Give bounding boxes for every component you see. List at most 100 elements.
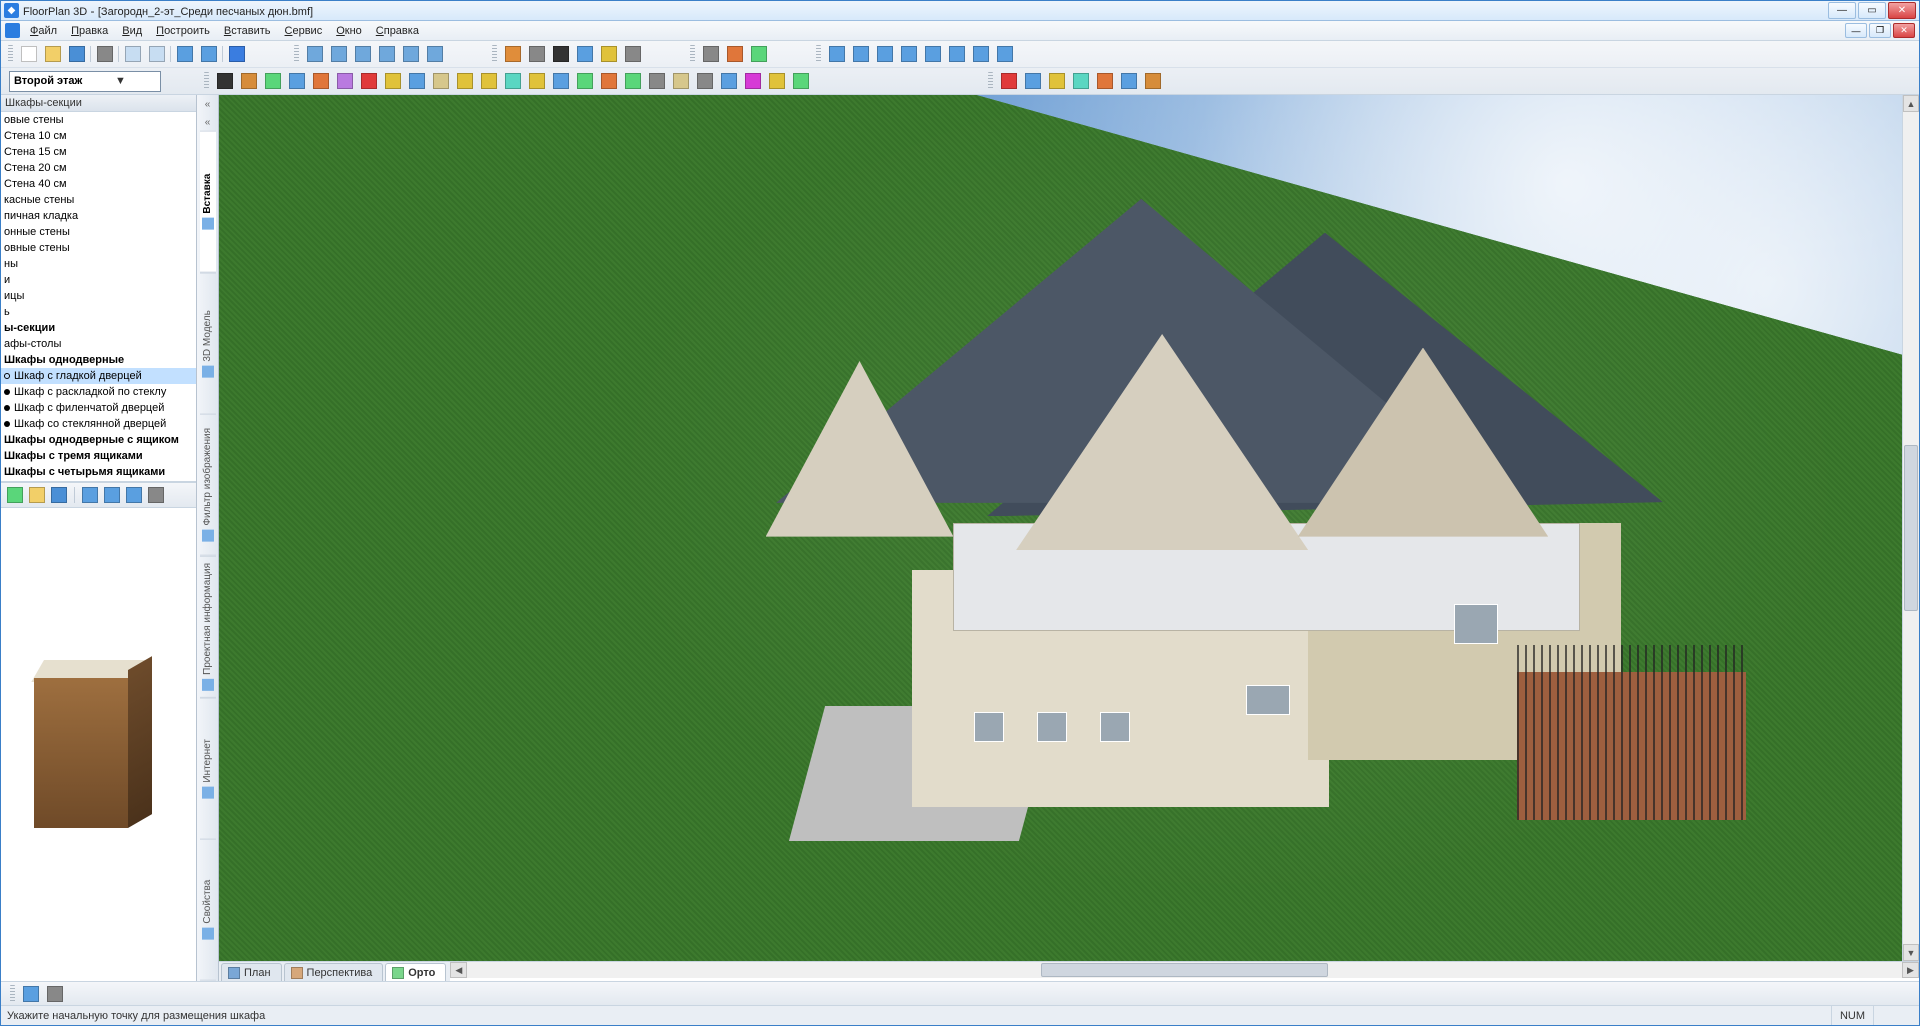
plant-button[interactable] (646, 70, 668, 92)
lock-button[interactable] (1046, 70, 1068, 92)
view-tab-перспектива[interactable]: Перспектива (284, 963, 384, 981)
rect-button[interactable] (502, 70, 524, 92)
list-item[interactable]: ны (1, 256, 196, 272)
window-button[interactable] (286, 70, 308, 92)
side-tab-фильтр-изображения[interactable]: Фильтр изображения (200, 414, 216, 556)
layer-button[interactable] (1022, 70, 1044, 92)
list-item[interactable]: Шкафы с тремя ящиками (1, 448, 196, 464)
list-item[interactable]: Шкаф с раскладкой по стеклу (1, 384, 196, 400)
snap-button[interactable] (724, 43, 746, 65)
menu-справка[interactable]: Справка (369, 23, 426, 39)
menu-файл[interactable]: Файл (23, 23, 64, 39)
align-left-button[interactable] (826, 43, 848, 65)
curve-button[interactable] (526, 70, 548, 92)
menu-вставить[interactable]: Вставить (217, 23, 278, 39)
pin-button[interactable] (1094, 70, 1116, 92)
list-item[interactable]: Шкафы однодверные (1, 352, 196, 368)
text-button[interactable] (550, 43, 572, 65)
grid-toggle-button[interactable] (700, 43, 722, 65)
zoom-window-button[interactable] (352, 43, 374, 65)
view-tab-орто[interactable]: Орто (385, 963, 446, 981)
door-button[interactable] (262, 70, 284, 92)
align-middle-button[interactable] (922, 43, 944, 65)
mdi-restore-button[interactable]: ❐ (1869, 23, 1891, 38)
list-item[interactable]: овые стены (1, 112, 196, 128)
list-item[interactable]: Стена 15 см (1, 144, 196, 160)
side-tab-свойства[interactable]: Свойства (200, 839, 216, 981)
side-tab-3d-модель[interactable]: 3D Модель (200, 273, 216, 415)
T-tool-button[interactable] (382, 70, 404, 92)
side-tab-вставка[interactable]: Вставка (200, 131, 216, 273)
scroll-right-button[interactable]: ▶ (1902, 962, 1919, 978)
view-tab-план[interactable]: План (221, 963, 282, 981)
pipe-button[interactable] (718, 70, 740, 92)
window-maximize-button[interactable]: ▭ (1858, 2, 1886, 19)
floor-select[interactable]: Второй этаж ▼ (9, 71, 161, 92)
paste-button[interactable] (146, 43, 168, 65)
list-item[interactable]: Шкаф с гладкой дверцей (1, 368, 196, 384)
save-button[interactable] (66, 43, 88, 65)
panel-forward-button[interactable] (5, 485, 25, 505)
vscroll-thumb[interactable] (1904, 445, 1918, 611)
grid-button[interactable] (622, 43, 644, 65)
align-right-button[interactable] (874, 43, 896, 65)
wall-button[interactable] (238, 70, 260, 92)
list-item[interactable]: Стена 10 см (1, 128, 196, 144)
list-item[interactable]: и (1, 272, 196, 288)
panel-sort2-button[interactable] (102, 485, 122, 505)
roof-button[interactable] (358, 70, 380, 92)
list-item[interactable]: афы-столы (1, 336, 196, 352)
panel-f-save-button[interactable] (49, 485, 69, 505)
list-item[interactable]: Стена 20 см (1, 160, 196, 176)
walkthrough-button[interactable] (20, 983, 42, 1005)
viewport-vscrollbar[interactable]: ▲ ▼ (1902, 95, 1919, 961)
column-button[interactable] (310, 70, 332, 92)
open-button[interactable] (42, 43, 64, 65)
align-top-button[interactable] (898, 43, 920, 65)
fence-button[interactable] (670, 70, 692, 92)
tex-button[interactable] (1070, 70, 1092, 92)
panel-opt-button[interactable] (146, 485, 166, 505)
list-item[interactable]: Шкафы однодверные с ящиком (1, 432, 196, 448)
new-view-button[interactable] (1118, 70, 1140, 92)
color1-button[interactable] (742, 70, 764, 92)
menu-вид[interactable]: Вид (115, 23, 149, 39)
menu-окно[interactable]: Окно (329, 23, 369, 39)
rail-button[interactable] (454, 70, 476, 92)
panel-f-open-button[interactable] (27, 485, 47, 505)
dist-h-button[interactable] (970, 43, 992, 65)
align-center-button[interactable] (850, 43, 872, 65)
zoom-previous-button[interactable] (400, 43, 422, 65)
save-view-button[interactable] (1142, 70, 1164, 92)
list-item[interactable]: Шкафы с четырьмя ящиками (1, 464, 196, 480)
zoom-extents-button[interactable] (376, 43, 398, 65)
list-item[interactable]: овные стены (1, 240, 196, 256)
list-item[interactable]: ь (1, 304, 196, 320)
side-tab-интернет[interactable]: Интернет (200, 698, 216, 840)
render-button[interactable] (526, 43, 548, 65)
slab-button[interactable] (430, 70, 452, 92)
I-beam-button[interactable] (478, 70, 500, 92)
menu-построить[interactable]: Построить (149, 23, 217, 39)
select-button[interactable] (214, 70, 236, 92)
line-button[interactable] (574, 70, 596, 92)
hscroll-thumb[interactable] (1041, 963, 1328, 977)
zoom-in-button[interactable] (304, 43, 326, 65)
side-tabs-collapse-button[interactable]: « (199, 97, 217, 111)
side-tabs-collapse-button-2[interactable]: « (199, 115, 217, 129)
text2-button[interactable] (598, 70, 620, 92)
list-item[interactable]: ы-секции (1, 320, 196, 336)
list-item[interactable]: ицы (1, 288, 196, 304)
scroll-up-button[interactable]: ▲ (1903, 95, 1919, 112)
list-item[interactable]: касные стены (1, 192, 196, 208)
dim-button[interactable] (574, 43, 596, 65)
menu-правка[interactable]: Правка (64, 23, 115, 39)
stairs-button[interactable] (334, 70, 356, 92)
tree-button[interactable] (790, 70, 812, 92)
mdi-minimize-button[interactable]: — (1845, 23, 1867, 38)
dist-v-button[interactable] (994, 43, 1016, 65)
materials-button[interactable] (502, 43, 524, 65)
undo-button[interactable] (174, 43, 196, 65)
road-button[interactable] (694, 70, 716, 92)
list-item[interactable]: Шкаф с филенчатой дверцей (1, 400, 196, 416)
